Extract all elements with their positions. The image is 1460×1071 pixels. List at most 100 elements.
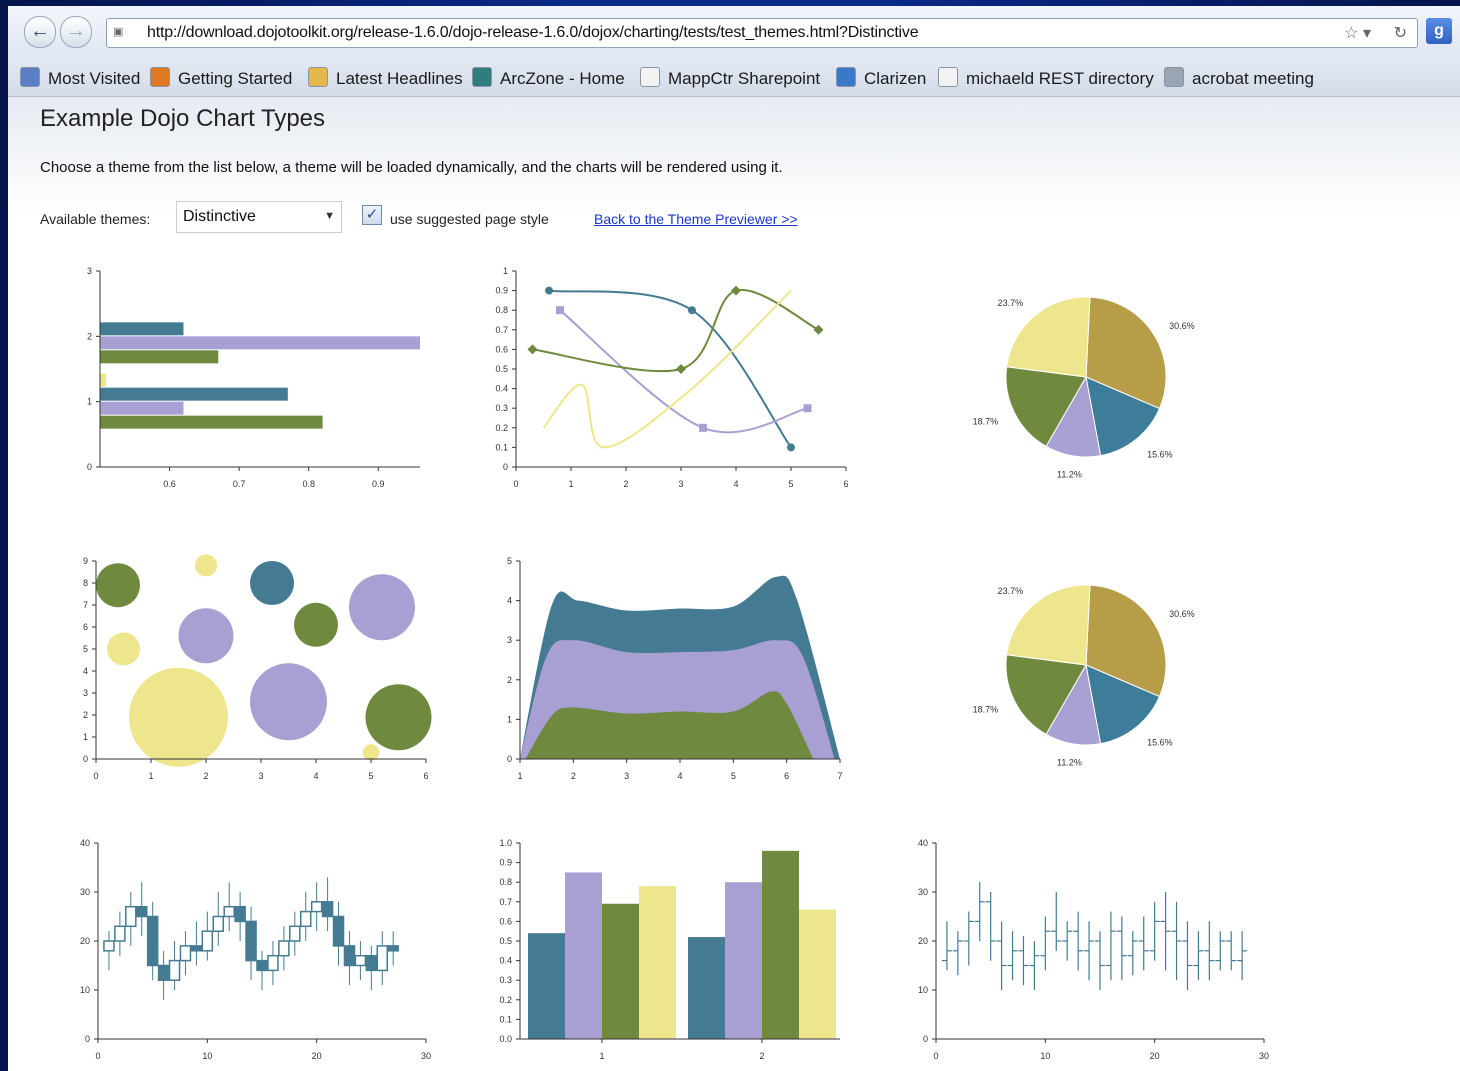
- suggested-style-checkbox[interactable]: ✓: [362, 205, 382, 225]
- x-tick-label: 1: [568, 479, 573, 489]
- bookmark-item[interactable]: michaeld REST directory: [938, 67, 1154, 89]
- bookmark-item[interactable]: Getting Started: [150, 67, 292, 89]
- y-tick-label: 8: [83, 578, 88, 588]
- column-bar: [725, 882, 762, 1039]
- y-tick-label: 40: [918, 838, 928, 848]
- desktop-frame: ← → ▣ http://download.dojotoolkit.org/re…: [0, 0, 1460, 1071]
- x-tick-label: 4: [733, 479, 738, 489]
- bookmark-label: acrobat meeting: [1192, 69, 1314, 88]
- column-bar: [762, 850, 799, 1039]
- bookmarks-toolbar: Most Visited Getting Started Latest Headli…: [8, 58, 1460, 97]
- y-tick-label: 0: [85, 1034, 90, 1044]
- theme-select[interactable]: Distinctive ▼: [176, 201, 342, 233]
- data-point: [813, 324, 824, 335]
- bookmark-icon: [20, 67, 40, 87]
- y-tick-label: 0.8: [499, 877, 512, 887]
- bookmark-item[interactable]: Most Visited: [20, 67, 140, 89]
- candle-body: [135, 905, 148, 918]
- candle-body: [245, 920, 257, 962]
- x-tick-label: 0: [95, 1051, 100, 1061]
- y-tick-label: 0.8: [495, 305, 508, 315]
- y-tick-label: 5: [507, 556, 512, 566]
- bar: [100, 415, 323, 429]
- slice-label: 30.6%: [1169, 609, 1195, 619]
- suggested-style-label[interactable]: use suggested page style: [390, 211, 549, 227]
- data-point: [545, 286, 553, 295]
- y-tick-label: 0: [923, 1034, 928, 1044]
- back-button[interactable]: ←: [24, 16, 56, 48]
- bookmark-item[interactable]: ArcZone - Home: [472, 67, 625, 89]
- data-point: [787, 443, 795, 452]
- pie-chart-2: 30.6% 15.6% 11.2% 18.7% 23.7%: [973, 584, 1195, 768]
- y-tick-label: 3: [87, 266, 92, 276]
- search-engine-icon[interactable]: g: [1426, 18, 1452, 44]
- url-text: http://download.dojotoolkit.org/release-…: [147, 24, 919, 41]
- x-tick-label: 30: [421, 1051, 431, 1061]
- x-tick-label: 2: [759, 1051, 764, 1061]
- bar: [100, 322, 184, 336]
- y-tick-label: 0.9: [499, 858, 512, 868]
- slice-label: 11.2%: [1057, 758, 1082, 768]
- candle-body: [103, 940, 115, 952]
- y-tick-label: 7: [83, 600, 88, 610]
- bookmark-item[interactable]: MappCtr Sharepoint: [640, 67, 820, 89]
- stacked-area-chart: 0123451 2 3 4 5 6 7: [507, 556, 843, 781]
- pie-slice: [1006, 296, 1091, 378]
- intro-text: Choose a theme from the list below, a th…: [40, 159, 783, 176]
- browser-window: ← → ▣ http://download.dojotoolkit.org/re…: [8, 6, 1460, 1071]
- x-tick-label: 0.9: [372, 479, 385, 489]
- series-line: [548, 289, 792, 448]
- page-title: Example Dojo Chart Types: [40, 105, 326, 132]
- x-tick-label: 3: [624, 771, 629, 781]
- x-tick-label: 5: [788, 479, 793, 489]
- bookmark-icon: [836, 67, 856, 87]
- bookmark-star-icon[interactable]: ☆ ▾: [1344, 23, 1371, 43]
- address-bar[interactable]: ▣ http://download.dojotoolkit.org/releas…: [106, 18, 1418, 48]
- forward-button[interactable]: →: [60, 16, 92, 48]
- bar: [100, 401, 184, 415]
- slice-label: 23.7%: [998, 586, 1024, 596]
- x-tick-label: 2: [623, 479, 628, 489]
- reload-icon[interactable]: ↻: [1394, 23, 1407, 43]
- column-bar: [565, 872, 602, 1039]
- candle-body: [289, 925, 301, 942]
- bookmark-item[interactable]: Latest Headlines: [308, 67, 463, 89]
- candle-body: [299, 910, 312, 928]
- y-tick-label: 0: [83, 754, 88, 764]
- y-tick-label: 30: [918, 887, 928, 897]
- y-tick-label: 0.1: [495, 442, 508, 452]
- y-tick-label: 10: [918, 985, 928, 995]
- y-tick-label: 40: [80, 838, 90, 848]
- y-tick-label: 0: [503, 462, 508, 472]
- y-tick-label: 1: [507, 714, 512, 724]
- bookmark-label: MappCtr Sharepoint: [668, 69, 821, 88]
- bookmark-item[interactable]: acrobat meeting: [1164, 67, 1314, 89]
- y-tick-label: 1.0: [499, 838, 512, 848]
- column-bar: [799, 909, 836, 1039]
- candle-body: [201, 930, 214, 952]
- y-tick-label: 0.6: [495, 344, 508, 354]
- y-tick-label: 0.5: [495, 364, 508, 374]
- bubble: [250, 561, 294, 605]
- theme-previewer-link[interactable]: Back to the Theme Previewer >>: [594, 211, 798, 227]
- x-tick-label: 3: [678, 479, 683, 489]
- candle-body: [256, 959, 268, 972]
- bookmark-item[interactable]: Clarizen: [836, 67, 926, 89]
- y-tick-label: 9: [83, 556, 88, 566]
- data-point: [688, 306, 696, 315]
- bubble: [96, 563, 140, 608]
- candle-body: [387, 945, 399, 952]
- site-identity-icon[interactable]: ▣: [113, 25, 123, 38]
- y-tick-label: 0.9: [495, 286, 508, 296]
- pie-chart-1: 30.6% 15.6% 11.2% 18.7% 23.7%: [973, 296, 1195, 480]
- x-tick-label: 5: [731, 771, 736, 781]
- y-tick-label: 2: [87, 331, 92, 341]
- x-tick-label: 0: [93, 771, 98, 781]
- x-tick-label: 20: [312, 1051, 322, 1061]
- y-tick-label: 20: [918, 936, 928, 946]
- y-tick-label: 0.5: [499, 936, 512, 946]
- column-bar: [639, 886, 676, 1039]
- x-tick-label: 4: [677, 771, 682, 781]
- horizontal-bar-chart: 0 1 2 3 0.6 0.7 0.8 0.9: [87, 266, 420, 489]
- x-tick-label: 5: [368, 771, 373, 781]
